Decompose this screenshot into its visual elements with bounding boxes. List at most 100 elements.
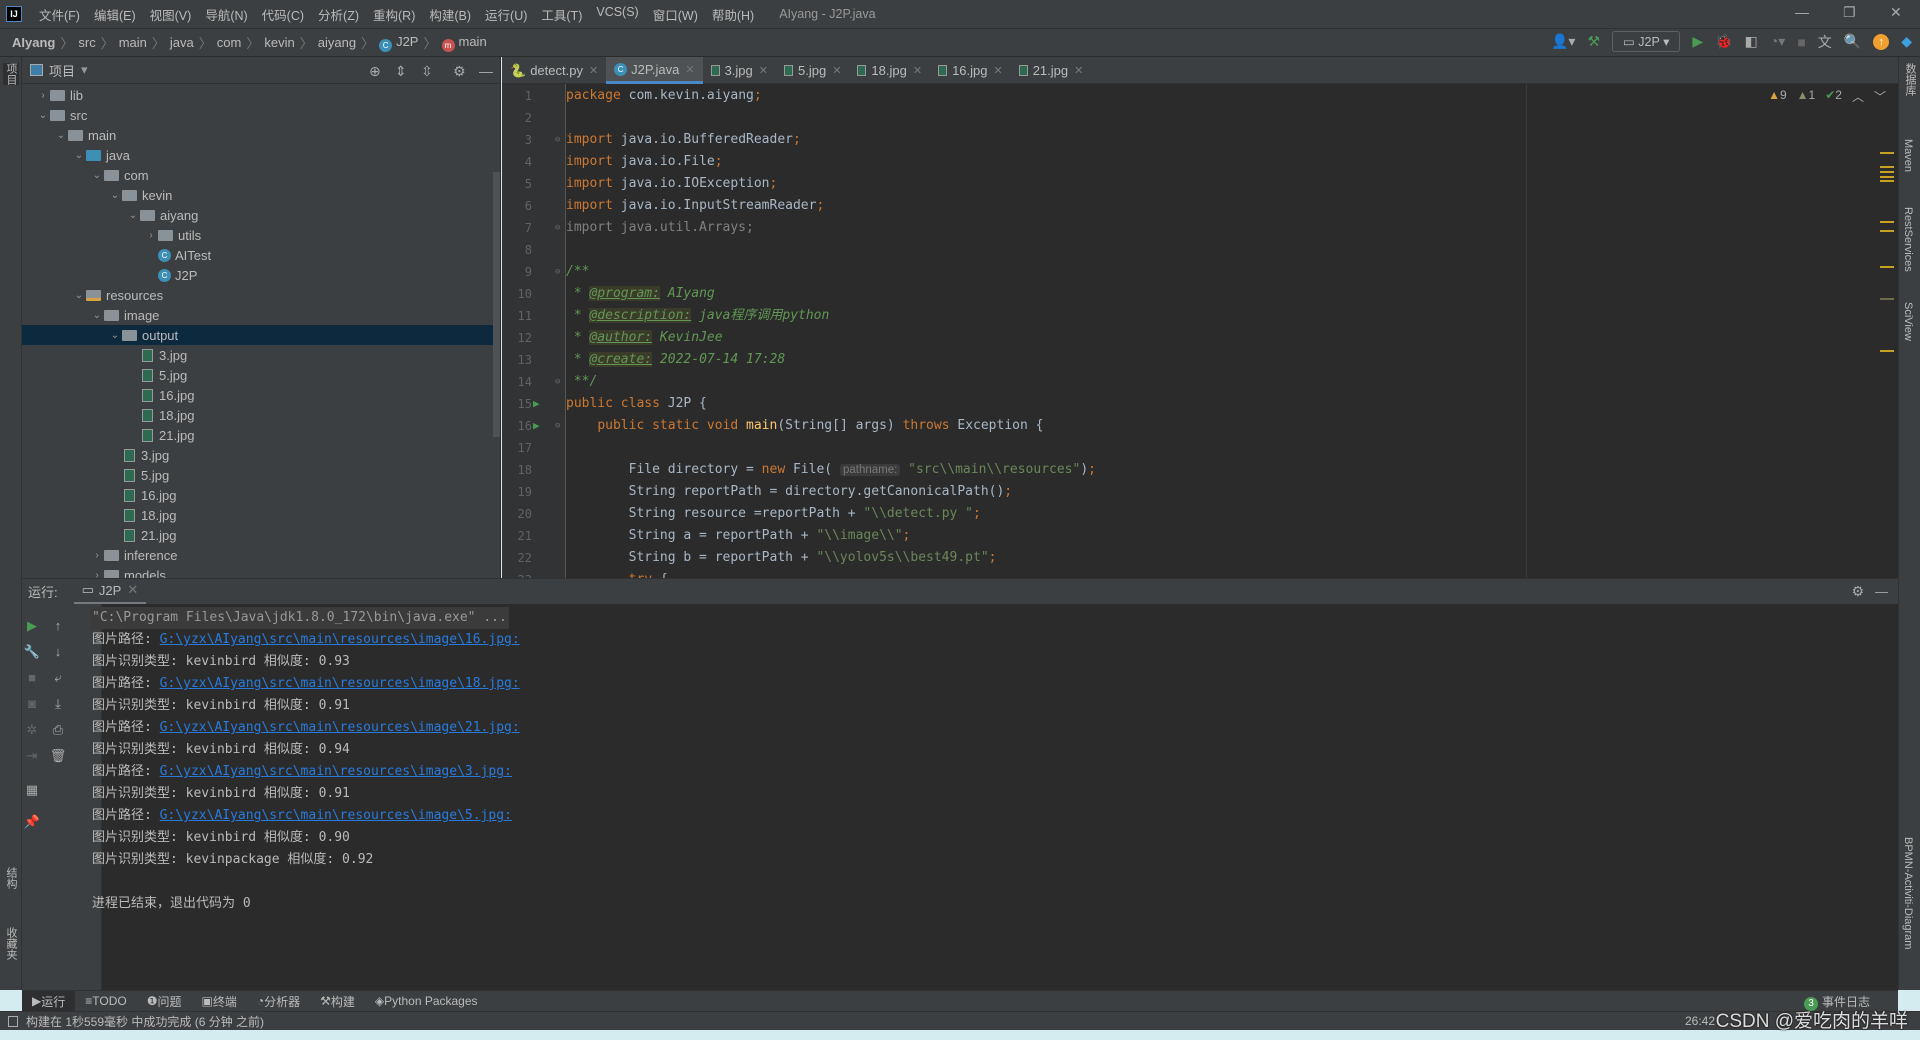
console-file-link[interactable]: G:\yzx\AIyang\src\main\resources\image\5… (160, 808, 512, 823)
menu-item[interactable]: 帮助(H) (705, 5, 761, 24)
close-icon[interactable]: ✕ (1890, 4, 1902, 21)
warning-stripe[interactable] (1880, 166, 1894, 168)
menu-item[interactable]: 编辑(E) (87, 5, 143, 24)
run-config-select[interactable]: ▭ J2P ▾ (1612, 31, 1681, 52)
tree-item-java[interactable]: ⌄ java (22, 145, 500, 165)
menu-item[interactable]: 代码(C) (255, 5, 311, 24)
chevron-down-icon[interactable]: ⌄ (54, 130, 68, 141)
menu-item[interactable]: 分析(Z) (311, 5, 366, 24)
chevron-down-icon[interactable]: ⌄ (108, 330, 122, 341)
warning-stripe[interactable] (1880, 298, 1894, 300)
gear-icon[interactable]: ⚙ (453, 63, 466, 80)
minimize-icon[interactable]: — (1795, 4, 1809, 20)
profile-icon[interactable]: ◔▾ (1770, 33, 1785, 50)
hide-icon[interactable]: — (1875, 584, 1888, 599)
menu-item[interactable]: 视图(V) (143, 5, 199, 24)
bpmn-tool-tab[interactable]: BPMN-Activiti-Diagram (1902, 837, 1914, 949)
console-file-link[interactable]: G:\yzx\AIyang\src\main\resources\image\3… (160, 764, 512, 779)
maven-tool-tab[interactable]: Maven (1902, 139, 1914, 172)
close-icon[interactable]: ✕ (685, 63, 694, 76)
translate-icon[interactable]: 文 (1818, 32, 1832, 52)
scroll-to-end-icon[interactable]: ⤓ (48, 696, 68, 712)
fold-icon[interactable]: ⊖ (555, 415, 560, 437)
menu-item[interactable]: 运行(U) (478, 5, 534, 24)
menu-item[interactable]: 导航(N) (198, 5, 254, 24)
caret-position[interactable]: 26:42 (1685, 1014, 1715, 1028)
plugin-icon[interactable]: ◆ (1901, 33, 1912, 50)
rerun-icon[interactable]: ▶ (22, 618, 42, 634)
breadcrumb-item[interactable]: src (78, 35, 95, 50)
database-tool-tab[interactable]: 数据库 (1902, 63, 1918, 96)
tree-item-image[interactable]: ⌄ image (22, 305, 500, 325)
tree-item-resources[interactable]: ⌄ resources (22, 285, 500, 305)
restservices-tool-tab[interactable]: RestServices (1902, 207, 1914, 272)
fold-icon[interactable]: ⊖ (555, 217, 560, 239)
console-file-link[interactable]: G:\yzx\AIyang\src\main\resources\image\2… (160, 720, 520, 735)
tree-item-3-jpg[interactable]: 3.jpg (22, 345, 500, 365)
import-icon[interactable]: ⇥ (22, 748, 42, 764)
project-tool-tab[interactable]: 项目 (3, 63, 19, 85)
tab-18-jpg[interactable]: 18.jpg ✕ (849, 57, 930, 84)
tab-3-jpg[interactable]: 3.jpg ✕ (703, 57, 776, 84)
wrench-icon[interactable]: 🔧 (22, 644, 42, 660)
structure-tool-tab[interactable]: 结构 (3, 867, 19, 889)
close-icon[interactable]: ✕ (127, 582, 138, 598)
tree-item-utils[interactable]: › utils (22, 225, 500, 245)
stop-icon[interactable]: ■ (1797, 34, 1805, 50)
warning-stripe[interactable] (1880, 266, 1894, 268)
tree-item-5-jpg[interactable]: 5.jpg (22, 465, 500, 485)
warning-stripe[interactable] (1880, 171, 1894, 173)
warning-stripe[interactable] (1880, 221, 1894, 223)
pin-icon[interactable]: 📌 (22, 814, 42, 830)
tree-item-16-jpg[interactable]: 16.jpg (22, 385, 500, 405)
tab-J2P-java[interactable]: C J2P.java ✕ (606, 57, 703, 84)
menu-item[interactable]: 窗口(W) (646, 5, 705, 24)
tree-item-21-jpg[interactable]: 21.jpg (22, 525, 500, 545)
chevron-down-icon[interactable]: ▾ (81, 62, 88, 78)
bottom-tab-python-packages[interactable]: ◈ Python Packages (365, 991, 488, 1012)
stop-icon[interactable]: ■ (22, 670, 42, 685)
breadcrumb-item[interactable]: m main (441, 34, 487, 52)
code-editor[interactable]: 1 package com.kevin.aiyang; 2 3 ⊖ import java… (502, 84, 1898, 578)
chevron-down-icon[interactable]: ⌄ (108, 190, 122, 201)
debug-icon[interactable]: ✲ (22, 722, 42, 738)
soft-wrap-icon[interactable]: ⤶ (48, 670, 68, 686)
tab-16-jpg[interactable]: 16.jpg ✕ (930, 57, 1011, 84)
fold-icon[interactable]: ⊖ (555, 261, 560, 283)
gear-icon[interactable]: ⚙ (1851, 583, 1864, 600)
fold-icon[interactable]: ⊖ (555, 129, 560, 151)
chevron-down-icon[interactable]: ⌄ (72, 290, 86, 301)
breadcrumb-item[interactable]: kevin (264, 35, 294, 50)
breadcrumb-item[interactable]: C J2P (379, 34, 418, 52)
tree-item-18-jpg[interactable]: 18.jpg (22, 505, 500, 525)
chevron-down-icon[interactable]: ⌄ (36, 110, 50, 121)
warning-stripe[interactable] (1880, 230, 1894, 232)
chevron-down-icon[interactable]: ⌄ (90, 310, 104, 321)
chevron-right-icon[interactable]: › (144, 230, 158, 241)
tree-item-aiyang[interactable]: ⌄ aiyang (22, 205, 500, 225)
bottom-tab-todo[interactable]: ≡ TODO (75, 991, 136, 1012)
build-hammer-icon[interactable]: ⚒ (1587, 33, 1600, 50)
bottom-tab-profiler[interactable]: ◔ 分析器 (247, 991, 310, 1012)
expand-all-icon[interactable]: ⇕ (395, 63, 407, 80)
menu-item[interactable]: VCS(S) (589, 5, 645, 24)
tab-detect-py[interactable]: 🐍 detect.py ✕ (502, 57, 606, 84)
update-icon[interactable]: ↑ (1873, 33, 1890, 50)
arrow-down-icon[interactable]: ↓ (48, 644, 68, 659)
tree-item-main[interactable]: ⌄ main (22, 125, 500, 145)
tree-item-inference[interactable]: › inference (22, 545, 500, 565)
tree-item-output[interactable]: ⌄ output (22, 325, 500, 345)
search-icon[interactable]: 🔍 (1844, 33, 1861, 50)
tree-item-5-jpg[interactable]: 5.jpg (22, 365, 500, 385)
arrow-up-icon[interactable]: ↑ (48, 618, 68, 633)
bottom-tab-build[interactable]: ⚒ 构建 (310, 991, 365, 1012)
fold-icon[interactable]: ⊖ (555, 371, 560, 393)
status-message[interactable]: 构建在 1秒559毫秒 中成功完成 (6 分钟 之前) (26, 1013, 264, 1030)
close-icon[interactable]: ✕ (589, 64, 598, 77)
menu-item[interactable]: 构建(B) (422, 5, 478, 24)
locate-icon[interactable]: ⊕ (369, 63, 381, 80)
tree-item-com[interactable]: ⌄ com (22, 165, 500, 185)
tree-item-AITest[interactable]: C AITest (22, 245, 500, 265)
close-icon[interactable]: ✕ (993, 64, 1002, 77)
warning-stripe[interactable] (1880, 176, 1894, 178)
